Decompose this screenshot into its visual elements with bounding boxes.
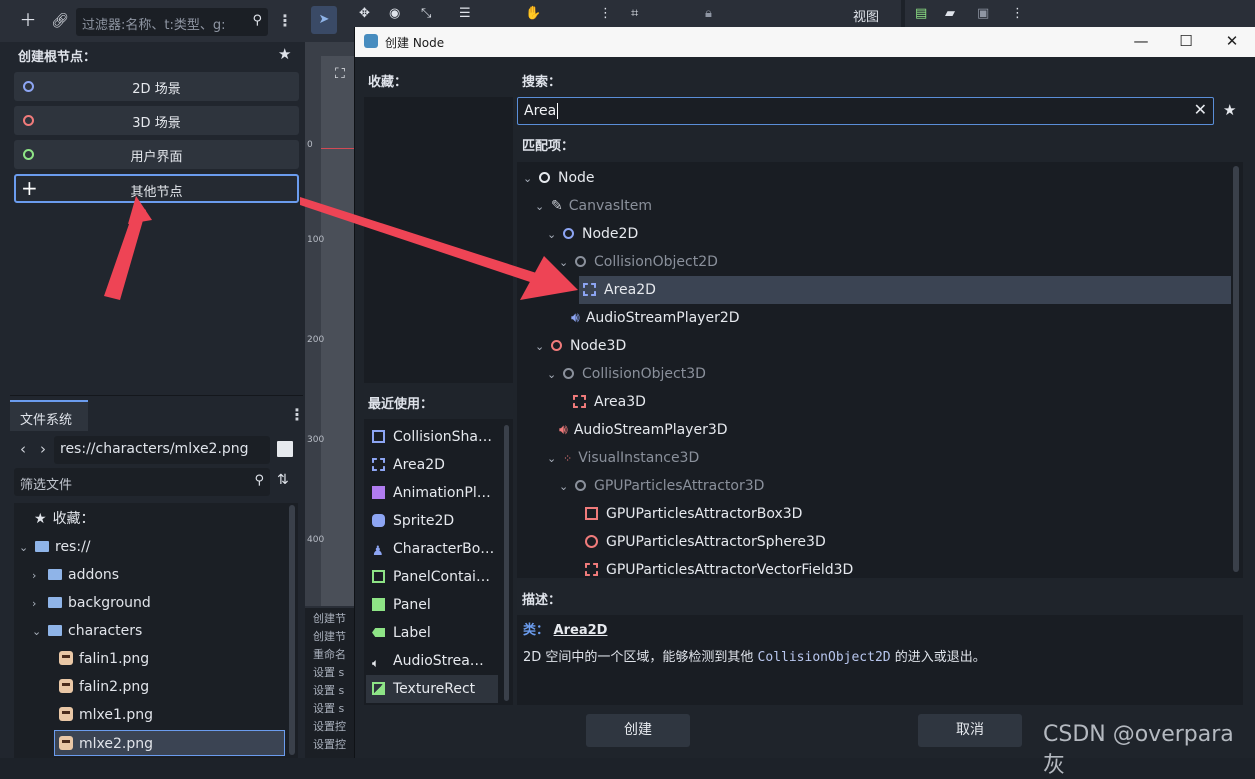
watermark: CSDN @overpara灰 [1043, 722, 1234, 778]
annotation-arrows [104, 196, 578, 300]
annotation-arrowhead [128, 196, 152, 224]
annotation-arrow-right [300, 197, 552, 288]
